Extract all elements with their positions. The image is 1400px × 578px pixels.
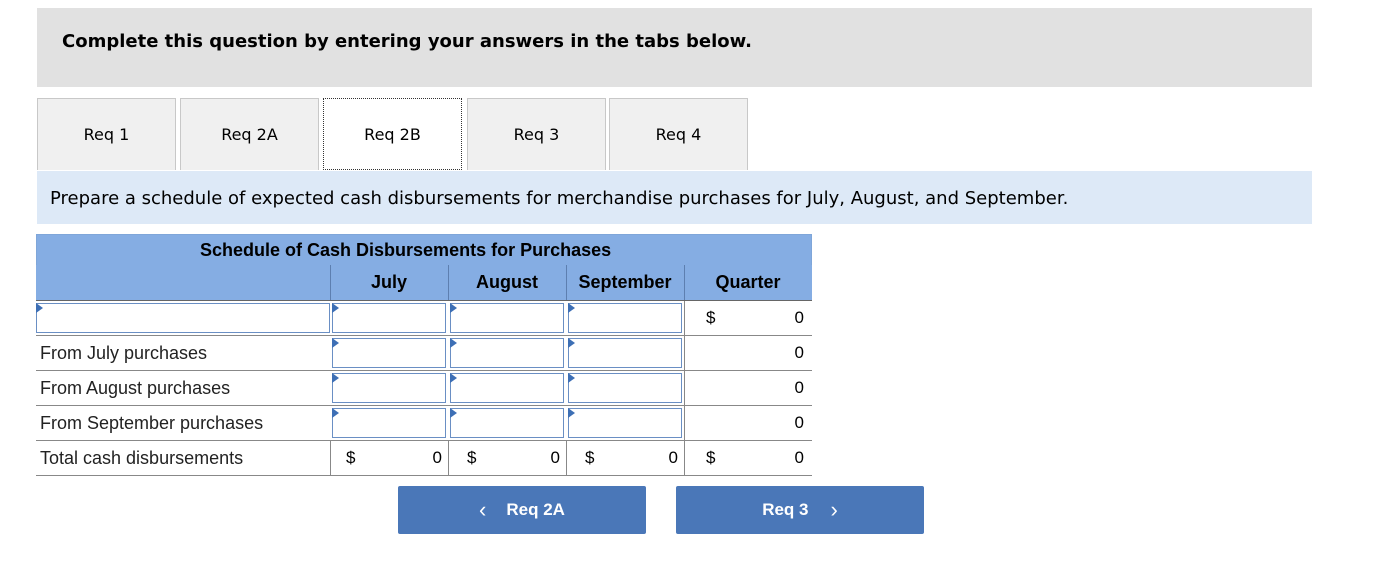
quarter-value: 0	[794, 378, 804, 397]
col-header-july: July	[370, 272, 408, 292]
august-input[interactable]	[450, 338, 564, 368]
instructions-banner: Complete this question by entering your …	[37, 8, 1312, 87]
prev-button-label: Req 2A	[506, 500, 565, 519]
row-label: From August purchases	[40, 377, 231, 398]
tab-req-2a[interactable]: Req 2A	[180, 98, 319, 170]
august-input[interactable]	[450, 373, 564, 403]
table-row: From August purchases 0	[36, 371, 812, 406]
tab-req-1[interactable]: Req 1	[37, 98, 176, 170]
question-prompt: Prepare a schedule of expected cash disb…	[37, 171, 1312, 224]
col-header-august: August	[476, 272, 538, 292]
july-input[interactable]	[332, 338, 446, 368]
currency-symbol: $	[706, 448, 716, 467]
september-input[interactable]	[568, 303, 682, 333]
row-label-input[interactable]	[36, 303, 330, 333]
currency-symbol: $	[346, 448, 356, 467]
quarter-value: 0	[794, 343, 804, 362]
total-row: Total cash disbursements $ 0 $ 0 $ 0 $ 0	[36, 441, 812, 476]
july-input[interactable]	[332, 303, 446, 333]
prev-req-2a-button[interactable]: ‹ Req 2A	[398, 486, 646, 534]
row-label: From September purchases	[40, 412, 264, 433]
september-input[interactable]	[568, 408, 682, 438]
next-req-3-button[interactable]: Req 3 ›	[676, 486, 924, 534]
july-input[interactable]	[332, 373, 446, 403]
table-row: $ 0	[36, 301, 812, 336]
september-input[interactable]	[568, 373, 682, 403]
quarter-value: 0	[794, 413, 804, 432]
tab-req-2b[interactable]: Req 2B	[323, 98, 462, 170]
total-quarter: 0	[794, 448, 804, 467]
chevron-right-icon: ›	[830, 497, 838, 522]
prompt-text: Prepare a schedule of expected cash disb…	[50, 188, 1069, 209]
tab-req-3[interactable]: Req 3	[467, 98, 606, 170]
total-september: 0	[668, 448, 678, 467]
schedule-header-row: July August September Quarter	[36, 265, 812, 301]
next-button-label: Req 3	[762, 500, 809, 519]
schedule-title-text: Schedule of Cash Disbursements for Purch…	[200, 239, 612, 260]
quarter-value: 0	[794, 308, 804, 327]
total-label: Total cash disbursements	[40, 447, 244, 468]
august-input[interactable]	[450, 408, 564, 438]
currency-symbol: $	[706, 308, 716, 327]
august-input[interactable]	[450, 303, 564, 333]
col-header-quarter: Quarter	[715, 272, 781, 292]
total-august: 0	[550, 448, 560, 467]
currency-symbol: $	[585, 448, 595, 467]
tab-req-4[interactable]: Req 4	[609, 98, 748, 170]
total-july: 0	[432, 448, 442, 467]
schedule-title: Schedule of Cash Disbursements for Purch…	[36, 234, 812, 265]
july-input[interactable]	[332, 408, 446, 438]
september-input[interactable]	[568, 338, 682, 368]
chevron-left-icon: ‹	[479, 497, 487, 522]
currency-symbol: $	[467, 448, 477, 467]
table-row: From July purchases 0	[36, 336, 812, 371]
cash-disbursements-schedule: Schedule of Cash Disbursements for Purch…	[36, 234, 812, 476]
instructions-text: Complete this question by entering your …	[62, 31, 752, 52]
col-header-september: September	[578, 272, 672, 292]
table-row: From September purchases 0	[36, 406, 812, 441]
row-label: From July purchases	[40, 342, 208, 363]
